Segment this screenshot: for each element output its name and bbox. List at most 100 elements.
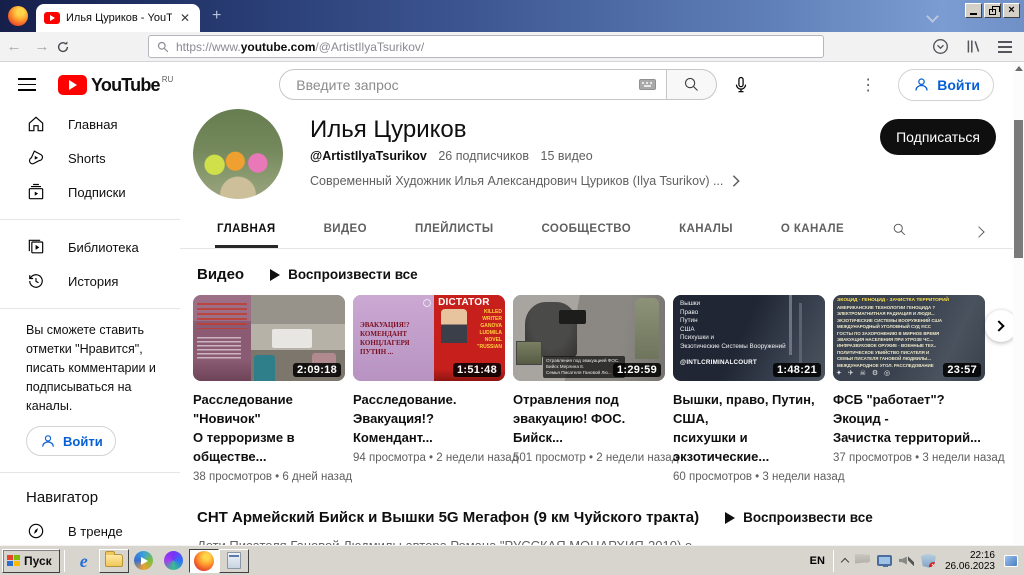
scroll-up-arrow-icon[interactable]	[1014, 66, 1023, 71]
video-card[interactable]: ЭВАКУАЦИЯ!? КОМЕНДАНТ КОНЦЛАГЕРЯ ПУТИН .…	[353, 295, 518, 483]
browser-tab[interactable]: Илья Цуриков - YouTube ✕	[36, 4, 200, 32]
taskbar-separator	[832, 549, 834, 572]
video-thumbnail[interactable]: ЭКОЦИД - ГЕНОЦИД - ЗАЧИСТКА ТЕРРИТОРИЙ А…	[833, 295, 985, 381]
firefox-taskbar-button[interactable]	[188, 548, 219, 573]
guide-menu-icon[interactable]	[18, 78, 36, 91]
channel-search-icon[interactable]	[892, 222, 907, 248]
thumbnail-art	[558, 310, 586, 325]
play-all-button[interactable]: Воспроизвести все	[725, 510, 873, 525]
video-card[interactable]: 2:09:18 Расследование "Новичок" О террор…	[193, 295, 352, 483]
tab-title: Илья Цуриков - YouTube	[66, 12, 172, 24]
internet-explorer-shortcut[interactable]: e	[69, 549, 99, 573]
clock[interactable]: 22:16 26.06.2023	[943, 550, 997, 572]
forward-button[interactable]: →	[28, 38, 56, 55]
channel-avatar[interactable]	[193, 109, 283, 199]
show-desktop-icon[interactable]	[1004, 554, 1018, 567]
sidebar-item-trending[interactable]: В тренде	[0, 514, 180, 545]
scrollbar-thumb[interactable]	[1014, 120, 1023, 258]
sidebar-item-library[interactable]: Библиотека	[0, 230, 180, 264]
video-thumbnail[interactable]: Отравления под эвакуацией ФОС. Бийск Мер…	[513, 295, 665, 381]
person-icon	[42, 435, 54, 447]
back-button[interactable]: ←	[0, 38, 28, 55]
search-icon	[157, 41, 169, 52]
firefox-app-icon	[8, 6, 28, 26]
security-flag-alert-icon[interactable]	[854, 553, 870, 564]
playlist-title[interactable]: СНТ Армейский Бийск и Вышки 5G Мегафон (…	[197, 509, 699, 526]
search-button[interactable]	[667, 69, 718, 100]
tab-about[interactable]: О КАНАЛЕ	[781, 223, 844, 248]
video-thumbnail[interactable]: Вышки Право Путин США Психушки и Экзотич…	[673, 295, 825, 381]
tab-community[interactable]: СООБЩЕСТВО	[542, 223, 632, 248]
restore-icon	[989, 5, 1000, 15]
video-title[interactable]: Вышки, право, Путин, США, психушки и экз…	[673, 390, 825, 466]
search-input[interactable]	[294, 75, 640, 94]
sidebar-item-subscriptions[interactable]: Подписки	[0, 175, 180, 209]
folder-icon	[104, 551, 123, 567]
tray-expand-chevron-icon[interactable]	[840, 557, 850, 567]
thumbnail-art	[788, 295, 792, 356]
video-meta: 37 просмотров • 3 недели назад	[833, 452, 1005, 464]
sidebar-signin-button[interactable]: Войти	[26, 426, 116, 456]
tab-channels[interactable]: КАНАЛЫ	[679, 223, 733, 248]
keyboard-icon[interactable]	[639, 79, 657, 90]
reload-button[interactable]	[56, 40, 84, 54]
carousel-next-button[interactable]	[985, 310, 1013, 342]
youtube-logo[interactable]: YouTube RU	[58, 74, 173, 95]
url-bar[interactable]: https://www.youtube.com/@ArtistIlyaTsuri…	[148, 35, 824, 58]
video-card[interactable]: ЭКОЦИД - ГЕНОЦИД - ЗАЧИСТКА ТЕРРИТОРИЙ А…	[833, 295, 1005, 483]
sidebar-item-label: Shorts	[68, 150, 106, 166]
thumbnail-art	[272, 329, 312, 349]
close-button[interactable]: ×	[1003, 3, 1020, 18]
header-signin-button[interactable]: Войти	[898, 68, 994, 101]
language-indicator[interactable]: EN	[806, 555, 829, 567]
minimize-button[interactable]	[965, 3, 982, 18]
browser-titlebar: Илья Цуриков - YouTube ✕ + ×	[0, 0, 1024, 32]
tab-home[interactable]: ГЛАВНАЯ	[215, 223, 278, 248]
page-scrollbar[interactable]	[1013, 62, 1024, 545]
voice-search-button[interactable]	[731, 75, 751, 95]
kebab-menu-icon[interactable]: ⋮	[860, 75, 876, 95]
video-card[interactable]: Вышки Право Путин США Психушки и Экзотич…	[673, 295, 845, 483]
video-title[interactable]: ФСБ "работает"? Экоцид - Зачистка террит…	[833, 390, 985, 447]
library-icon[interactable]	[965, 38, 982, 55]
tabs-overflow-chevron-icon[interactable]	[973, 226, 985, 238]
sidebar-item-label: Главная	[68, 116, 118, 132]
search-box[interactable]	[279, 69, 668, 100]
thumbnail-text: @INTLCRIMINALCOURT	[680, 359, 757, 366]
sidebar-item-history[interactable]: История	[0, 264, 180, 298]
video-thumbnail[interactable]: ЭВАКУАЦИЯ!? КОМЕНДАНТ КОНЦЛАГЕРЯ ПУТИН .…	[353, 295, 505, 381]
internet-explorer-icon: e	[79, 550, 88, 571]
notepad-shortcut[interactable]	[218, 548, 249, 573]
menu-icon[interactable]	[998, 40, 1012, 53]
channel-description[interactable]: Современный Художник Илья Александрович …	[310, 174, 810, 188]
playlist-description: Дети Писателя Гановой Людмилы автора Ром…	[180, 526, 1013, 545]
channel-tabs: ГЛАВНАЯ ВИДЕО ПЛЕЙЛИСТЫ СООБЩЕСТВО КАНАЛ…	[180, 207, 1013, 249]
tab-close-icon[interactable]: ✕	[178, 11, 192, 25]
play-all-button[interactable]: Воспроизвести все	[270, 267, 418, 282]
volume-icon[interactable]	[898, 553, 914, 568]
video-title[interactable]: Расследование. Эвакуация!? Комендант...	[353, 390, 505, 447]
trending-icon	[28, 523, 44, 539]
start-button[interactable]: Пуск	[2, 548, 60, 573]
network-icon[interactable]	[876, 555, 892, 567]
subscribe-button[interactable]: Подписаться	[880, 119, 996, 155]
video-card[interactable]: Отравления под эвакуацией ФОС. Бийск Мер…	[513, 295, 678, 483]
video-title[interactable]: Расследование "Новичок" О терроризме в о…	[193, 390, 345, 466]
list-tabs-chevron-icon[interactable]	[926, 10, 939, 23]
pocket-icon[interactable]	[932, 38, 949, 55]
sidebar-item-home[interactable]: Главная	[0, 107, 180, 141]
tab-videos[interactable]: ВИДЕО	[324, 223, 367, 248]
chevron-right-icon	[733, 175, 741, 187]
media-player-shortcut[interactable]	[129, 549, 159, 573]
new-tab-button[interactable]: +	[212, 8, 221, 24]
security-shield-alert-icon[interactable]	[920, 553, 936, 568]
restore-button[interactable]	[984, 3, 1001, 18]
duration-badge: 23:57	[943, 363, 981, 377]
sidebar-item-shorts[interactable]: Shorts	[0, 141, 180, 175]
browser-viewport: YouTube RU Введите запрос ⋮ Войти Главна…	[0, 62, 1024, 545]
tab-playlists[interactable]: ПЛЕЙЛИСТЫ	[415, 223, 494, 248]
video-title[interactable]: Отравления под эвакуацию! ФОС. Бийск...	[513, 390, 665, 447]
browser-shortcut[interactable]	[159, 549, 189, 573]
video-thumbnail[interactable]: 2:09:18	[193, 295, 345, 381]
file-explorer-shortcut[interactable]	[98, 548, 129, 573]
